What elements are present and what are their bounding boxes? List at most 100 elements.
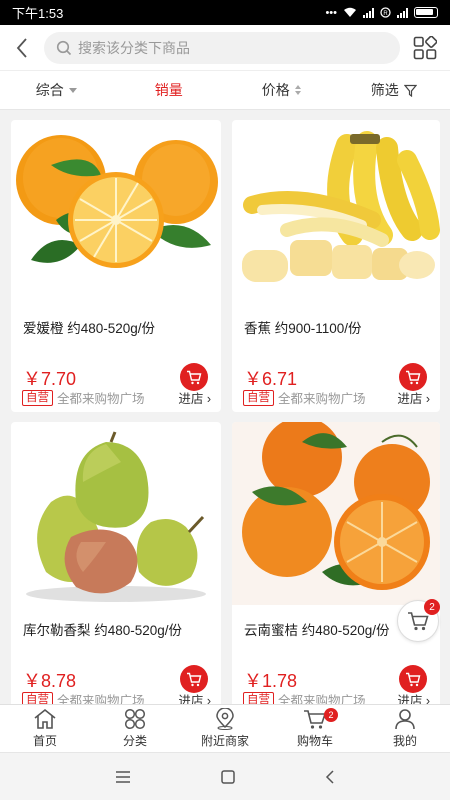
funnel-icon xyxy=(403,84,417,97)
self-operated-badge: 自营 xyxy=(243,389,274,406)
enter-store-link[interactable]: 进店 › xyxy=(397,690,430,704)
nav-label: 附近商家 xyxy=(200,734,249,748)
filter-label: 综合 xyxy=(35,82,64,98)
signal-icon xyxy=(363,7,374,18)
product-image-orange[interactable] xyxy=(11,120,221,303)
store-info: 自营 全都来购物广场 xyxy=(22,690,145,704)
product-image-tangerine[interactable] xyxy=(232,422,440,605)
nav-mine[interactable]: 我的 xyxy=(360,705,450,752)
add-to-cart-button[interactable] xyxy=(180,363,208,391)
filter-label: 筛选 xyxy=(370,82,399,98)
tangerine-image xyxy=(232,422,440,605)
nav-label: 首页 xyxy=(32,734,57,748)
home-square-icon[interactable] xyxy=(221,769,235,784)
cart-icon xyxy=(406,370,421,384)
pear-image xyxy=(26,431,206,602)
search-box[interactable] xyxy=(44,31,400,64)
enter-store-label: 进店 xyxy=(178,694,204,704)
nav-nearby[interactable]: 附近商家 xyxy=(180,705,270,752)
store-name: 全都来购物广场 xyxy=(278,392,366,406)
cart-icon xyxy=(406,672,421,686)
battery-icon xyxy=(414,7,438,18)
category-icon xyxy=(124,708,146,730)
more-dots-icon: ••• xyxy=(325,6,337,19)
product-card[interactable]: 香蕉 约900-1100/份 ￥6.71 自营 全都来购物广场 进店 › xyxy=(232,120,440,412)
signal-icon-2 xyxy=(397,7,408,18)
product-image-pear[interactable] xyxy=(11,422,221,605)
filter-price[interactable]: 价格 xyxy=(225,80,338,100)
self-operated-badge: 自营 xyxy=(22,389,53,406)
product-grid: 爱媛橙 约480-520g/份 ￥7.70 自营 全都来购物广场 进店 › 香蕉… xyxy=(0,110,450,704)
nav-cart[interactable]: 2 购物车 xyxy=(270,705,360,752)
filter-label: 销量 xyxy=(154,82,183,98)
self-operated-badge: 自营 xyxy=(22,691,53,704)
product-name[interactable]: 香蕉 约900-1100/份 xyxy=(244,317,362,337)
grid-icon xyxy=(413,35,437,59)
back-button[interactable] xyxy=(0,25,44,70)
store-info: 自营 全都来购物广场 xyxy=(243,388,366,407)
top-bar xyxy=(0,25,450,70)
cart-icon xyxy=(304,710,327,729)
enter-store-link[interactable]: 进店 › xyxy=(397,388,430,407)
search-input[interactable] xyxy=(78,39,388,56)
menu-icon[interactable] xyxy=(115,770,131,783)
category-grid-button[interactable] xyxy=(400,25,450,70)
bottom-nav: 首页 分类 附近商家 2 购物车 我的 xyxy=(0,704,450,752)
status-time: 下午1:53 xyxy=(12,6,64,21)
wifi-icon xyxy=(344,7,356,17)
orange-image xyxy=(16,135,218,268)
add-to-cart-button[interactable] xyxy=(180,665,208,693)
nav-label: 购物车 xyxy=(296,734,333,748)
cart-count-badge: 2 xyxy=(324,708,338,722)
product-card[interactable]: 爱媛橙 约480-520g/份 ￥7.70 自营 全都来购物广场 进店 › xyxy=(11,120,221,412)
enter-store-link[interactable]: 进店 › xyxy=(178,388,211,407)
enter-store-link[interactable]: 进店 › xyxy=(178,690,211,704)
product-card[interactable]: 云南蜜桔 约480-520g/份 ￥1.78 自营 全都来购物广场 进店 › xyxy=(232,422,440,704)
system-nav-bar xyxy=(0,752,450,800)
enter-store-label: 进店 xyxy=(397,694,423,704)
filter-screen[interactable]: 筛选 xyxy=(338,80,450,100)
product-name[interactable]: 库尔勒香梨 约480-520g/份 xyxy=(23,619,182,639)
search-icon xyxy=(56,40,72,55)
product-card[interactable]: 库尔勒香梨 约480-520g/份 ￥8.78 自营 全都来购物广场 进店 › xyxy=(11,422,221,704)
store-info: 自营 全都来购物广场 xyxy=(22,388,145,407)
cart-icon xyxy=(187,672,202,686)
store-name: 全都来购物广场 xyxy=(57,392,145,406)
cart-icon xyxy=(408,612,429,631)
system-back-icon[interactable] xyxy=(325,769,335,784)
add-to-cart-button[interactable] xyxy=(399,665,427,693)
nav-label: 分类 xyxy=(122,734,147,748)
sort-arrows-icon xyxy=(294,85,301,95)
enter-store-label: 进店 xyxy=(397,392,423,406)
caret-down-icon xyxy=(68,87,77,93)
status-icons: ••• R xyxy=(325,7,438,19)
sync-icon: R xyxy=(380,7,391,18)
cart-count-badge: 2 xyxy=(424,599,440,615)
chevron-left-icon xyxy=(16,37,27,58)
svg-text:R: R xyxy=(383,11,388,17)
filter-sales[interactable]: 销量 xyxy=(113,80,226,100)
chevron-right-icon: › xyxy=(206,694,211,704)
chevron-right-icon: › xyxy=(206,392,211,406)
cart-icon xyxy=(187,370,202,384)
location-pin-icon xyxy=(216,708,234,730)
product-name[interactable]: 爱媛橙 约480-520g/份 xyxy=(23,317,155,337)
store-info: 自营 全都来购物广场 xyxy=(243,690,366,704)
product-image-banana[interactable] xyxy=(232,120,440,303)
banana-image xyxy=(242,131,440,282)
add-to-cart-button[interactable] xyxy=(399,363,427,391)
chevron-right-icon: › xyxy=(425,694,430,704)
user-icon xyxy=(395,709,415,730)
filter-bar: 综合 销量 价格 筛选 xyxy=(0,70,450,110)
filter-comprehensive[interactable]: 综合 xyxy=(0,80,113,100)
nav-home[interactable]: 首页 xyxy=(0,705,90,752)
floating-cart-button[interactable]: 2 xyxy=(397,599,440,642)
home-icon xyxy=(34,708,56,729)
store-name: 全都来购物广场 xyxy=(278,694,366,704)
store-name: 全都来购物广场 xyxy=(57,694,145,704)
filter-label: 价格 xyxy=(261,82,290,98)
product-name[interactable]: 云南蜜桔 约480-520g/份 xyxy=(244,619,390,639)
nav-label: 我的 xyxy=(392,734,417,748)
status-bar: 下午1:53 ••• R xyxy=(0,0,450,25)
nav-category[interactable]: 分类 xyxy=(90,705,180,752)
